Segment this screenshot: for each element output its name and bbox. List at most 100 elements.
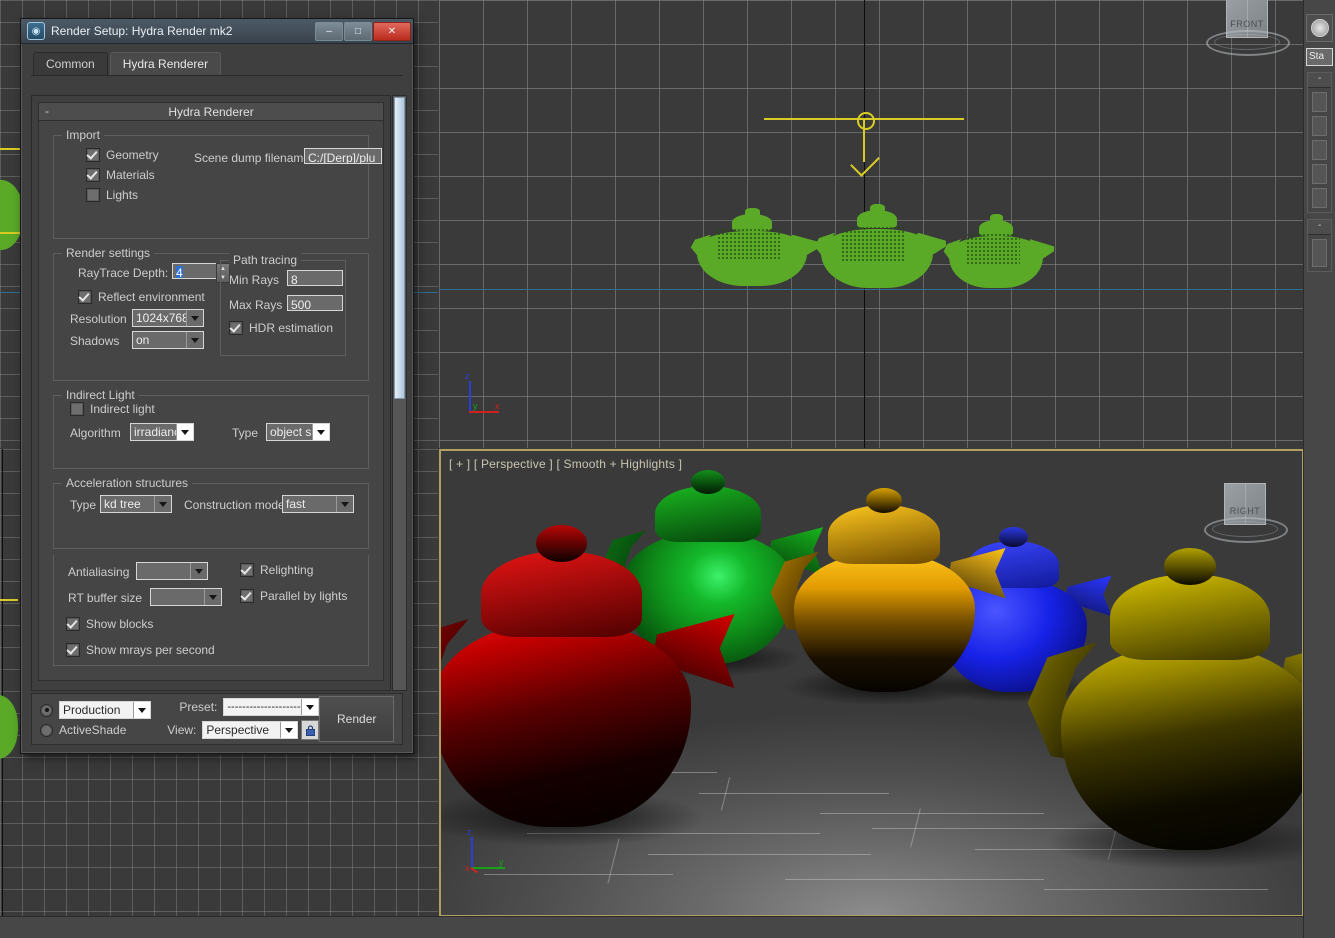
- render-button[interactable]: Render: [319, 696, 394, 742]
- production-radio[interactable]: [40, 704, 53, 717]
- perspective-viewport[interactable]: [ + ] [ Perspective ] [ Smooth + Highlig…: [439, 449, 1304, 917]
- antialiasing-combo[interactable]: [136, 562, 208, 580]
- indirect-light-checkbox[interactable]: [70, 402, 84, 416]
- production-combo[interactable]: Production: [59, 701, 151, 719]
- panel-collapse-icon[interactable]: [1315, 2, 1325, 8]
- activeshade-radio[interactable]: [40, 724, 53, 737]
- show-blocks-checkbox[interactable]: [66, 617, 80, 631]
- chevron-down-icon[interactable]: [186, 310, 203, 326]
- view-row[interactable]: View: Perspective: [159, 720, 319, 740]
- dialog-scrollbar[interactable]: [392, 95, 407, 691]
- shadows-combo[interactable]: on: [132, 331, 204, 349]
- resolution-combo[interactable]: 1024x768: [132, 309, 204, 327]
- algorithm-combo[interactable]: irradiance: [130, 423, 194, 441]
- show-blocks-row[interactable]: Show blocks: [66, 617, 153, 631]
- show-mrays-checkbox[interactable]: [66, 643, 80, 657]
- dialog-titlebar[interactable]: ◉ Render Setup: Hydra Render mk2 – □ ✕: [21, 19, 413, 44]
- render-setup-dialog[interactable]: ◉ Render Setup: Hydra Render mk2 – □ ✕ C…: [20, 18, 414, 754]
- light-gizmo[interactable]: [0, 599, 18, 601]
- command-panel[interactable]: Sta - -: [1303, 0, 1335, 938]
- teapot-red[interactable]: [441, 539, 691, 827]
- materials-row[interactable]: Materials: [86, 168, 159, 182]
- reflect-environment-checkbox[interactable]: [78, 290, 92, 304]
- raytrace-depth-value[interactable]: 4: [176, 266, 183, 279]
- chevron-down-icon[interactable]: [186, 332, 203, 348]
- geometry-row[interactable]: Geometry: [86, 148, 159, 162]
- chevron-down-icon[interactable]: [312, 424, 329, 440]
- color-swatch-button[interactable]: [1306, 14, 1333, 42]
- relighting-row[interactable]: Relighting: [240, 563, 313, 577]
- activeshade-row[interactable]: ActiveShade: [40, 723, 159, 737]
- front-viewport[interactable]: z y x FRONT: [439, 0, 1304, 448]
- minimize-button[interactable]: –: [315, 22, 343, 41]
- close-button[interactable]: ✕: [373, 22, 411, 41]
- relighting-checkbox[interactable]: [240, 563, 254, 577]
- modifier-rollout-1[interactable]: -: [1307, 72, 1332, 213]
- rollout-button[interactable]: [1312, 239, 1327, 267]
- teapot-front-3[interactable]: [949, 214, 1043, 288]
- parallel-by-lights-checkbox[interactable]: [240, 589, 254, 603]
- chevron-down-icon[interactable]: [190, 563, 207, 579]
- rollout-button[interactable]: [1312, 188, 1327, 208]
- collapse-icon[interactable]: -: [45, 104, 49, 118]
- min-rays-field[interactable]: 8: [287, 270, 343, 286]
- modifier-rollout-2[interactable]: -: [1307, 219, 1332, 272]
- status-bar: [0, 916, 1304, 938]
- direct-light-gizmo[interactable]: [764, 104, 964, 174]
- tab-hydra-renderer[interactable]: Hydra Renderer: [110, 52, 221, 75]
- viewcube-face-label: RIGHT: [1225, 506, 1265, 516]
- preset-row[interactable]: Preset: --------------------: [159, 698, 319, 716]
- hdr-estimation-checkbox[interactable]: [229, 321, 243, 335]
- resolution-value: 1024x768: [133, 311, 186, 325]
- lock-icon[interactable]: [301, 720, 319, 740]
- resolution-label: Resolution: [70, 312, 127, 326]
- rollout-button[interactable]: [1312, 116, 1327, 136]
- view-combo[interactable]: Perspective: [202, 721, 298, 739]
- scrollbar-thumb[interactable]: [394, 97, 405, 399]
- y-axis-label: y: [499, 857, 504, 867]
- parallel-by-lights-label: Parallel by lights: [260, 589, 347, 603]
- reflect-environment-row[interactable]: Reflect environment: [78, 290, 205, 304]
- teapot-gold[interactable]: [794, 497, 975, 692]
- indirect-type-combo[interactable]: object spa: [266, 423, 330, 441]
- rollout-header[interactable]: - Hydra Renderer: [39, 103, 383, 121]
- teapot-olive[interactable]: [1061, 562, 1302, 850]
- perspective-viewcube[interactable]: RIGHT: [1198, 475, 1290, 547]
- chevron-down-icon[interactable]: [280, 722, 297, 738]
- teapot-front-2[interactable]: [821, 204, 933, 288]
- maximize-button[interactable]: □: [344, 22, 372, 41]
- rollout-collapse-icon[interactable]: -: [1308, 73, 1331, 88]
- geometry-checkbox[interactable]: [86, 148, 100, 162]
- dialog-tabs[interactable]: Common Hydra Renderer: [33, 52, 413, 75]
- rollout-button[interactable]: [1312, 140, 1327, 160]
- indirect-light-row[interactable]: Indirect light: [70, 402, 155, 416]
- chevron-down-icon[interactable]: [301, 699, 318, 715]
- lights-row[interactable]: Lights: [86, 188, 159, 202]
- tab-common[interactable]: Common: [33, 52, 108, 75]
- scene-dump-filename-field[interactable]: C:/[Derp]/plu: [304, 148, 382, 164]
- accel-type-combo[interactable]: kd tree: [100, 495, 172, 513]
- rt-buffer-size-combo[interactable]: [150, 588, 222, 606]
- rollout-button[interactable]: [1312, 92, 1327, 112]
- hdr-estimation-row[interactable]: HDR estimation: [229, 321, 333, 335]
- construction-mode-combo[interactable]: fast: [282, 495, 354, 513]
- horizon-line: [439, 289, 1304, 290]
- chevron-down-icon[interactable]: [133, 702, 150, 718]
- rollout-collapse-icon[interactable]: -: [1308, 220, 1331, 235]
- preset-combo[interactable]: --------------------: [223, 698, 319, 716]
- max-rays-field[interactable]: 500: [287, 295, 343, 311]
- object-name-field[interactable]: Sta: [1306, 48, 1333, 66]
- chevron-down-icon[interactable]: [154, 496, 171, 512]
- rollout-button[interactable]: [1312, 164, 1327, 184]
- chevron-down-icon[interactable]: [336, 496, 353, 512]
- front-viewcube[interactable]: FRONT: [1200, 0, 1292, 60]
- parallel-by-lights-row[interactable]: Parallel by lights: [240, 589, 347, 603]
- lights-checkbox[interactable]: [86, 188, 100, 202]
- chevron-down-icon[interactable]: [204, 589, 221, 605]
- materials-checkbox[interactable]: [86, 168, 100, 182]
- hydra-renderer-rollout[interactable]: - Hydra Renderer Import Geometry Materia…: [38, 102, 384, 681]
- show-mrays-row[interactable]: Show mrays per second: [66, 643, 215, 657]
- chevron-down-icon[interactable]: [176, 424, 193, 440]
- production-row[interactable]: Production: [40, 701, 159, 719]
- teapot-front-1[interactable]: [697, 208, 807, 286]
